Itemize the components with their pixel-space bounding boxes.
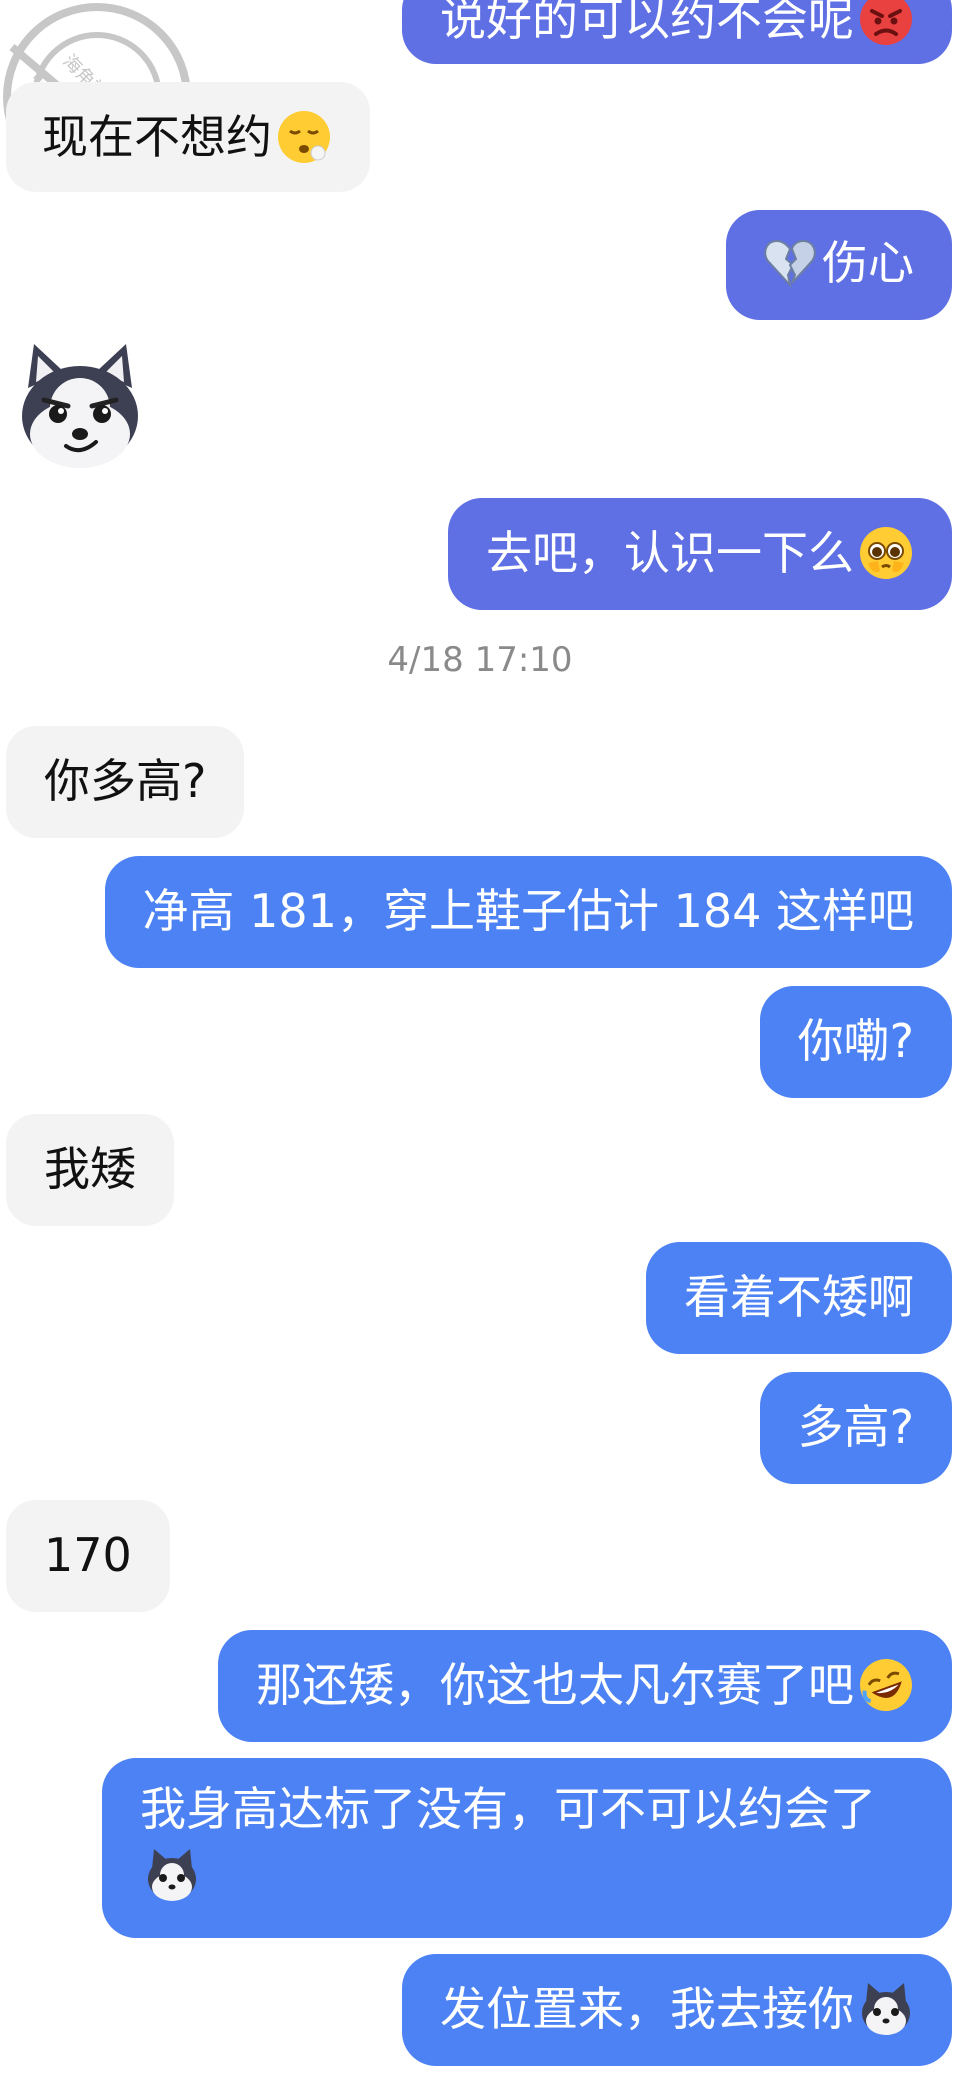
message-text: 说好的可以约不会呢 bbox=[440, 0, 854, 46]
message-bubble-outgoing[interactable]: 伤心 bbox=[726, 210, 952, 320]
husky-dog-sticker-icon[interactable] bbox=[10, 338, 150, 478]
message-text: 现在不想约 bbox=[42, 110, 272, 164]
message-bubble-outgoing[interactable]: 多高? bbox=[759, 1372, 952, 1484]
message-bubble-incoming[interactable]: 你多高? bbox=[6, 726, 245, 838]
message-bubble-outgoing[interactable]: 那还矮，你这也太凡尔赛了吧 bbox=[218, 1630, 952, 1742]
message-bubble-incoming[interactable]: 现在不想约 bbox=[6, 82, 370, 192]
husky-dog-icon bbox=[148, 1848, 196, 1901]
message-bubble-outgoing[interactable]: 我身高达标了没有，可不可以约会了 bbox=[102, 1758, 952, 1938]
tired-face-icon bbox=[278, 110, 330, 163]
message-bubble-incoming[interactable]: 我矮 bbox=[6, 1114, 174, 1226]
message-bubble-outgoing[interactable]: 去吧，认识一下么 bbox=[448, 498, 952, 610]
husky-dog-icon bbox=[862, 1982, 910, 2035]
message-text: 看着不矮啊 bbox=[684, 1270, 914, 1324]
rofl-face-icon bbox=[860, 1658, 912, 1711]
message-bubble-incoming[interactable]: 170 bbox=[6, 1500, 170, 1612]
timestamp: 4/18 17:10 bbox=[387, 640, 573, 680]
message-bubble-outgoing[interactable]: 说好的可以约不会呢 bbox=[402, 0, 952, 64]
message-text: 那还矮，你这也太凡尔赛了吧 bbox=[256, 1658, 854, 1712]
message-text: 你嘞? bbox=[797, 1014, 914, 1068]
message-text: 发位置来，我去接你 bbox=[440, 1982, 854, 2036]
message-text: 你多高? bbox=[44, 754, 207, 808]
message-text: 去吧，认识一下么 bbox=[486, 526, 854, 580]
message-bubble-outgoing[interactable]: 你嘞? bbox=[759, 986, 952, 1098]
message-bubble-outgoing[interactable]: 净高 181，穿上鞋子估计 184 这样吧 bbox=[104, 856, 952, 968]
broken-heart-icon bbox=[764, 239, 816, 288]
pleading-face-icon bbox=[860, 526, 912, 579]
message-bubble-outgoing[interactable]: 看着不矮啊 bbox=[646, 1242, 952, 1354]
message-text: 多高? bbox=[797, 1400, 914, 1454]
message-text: 伤心 bbox=[822, 236, 914, 290]
message-text: 我矮 bbox=[44, 1142, 136, 1196]
angry-face-icon bbox=[860, 0, 912, 45]
message-bubble-outgoing[interactable]: 发位置来，我去接你 bbox=[402, 1954, 952, 2066]
message-text: 170 bbox=[44, 1528, 132, 1582]
message-text: 净高 181，穿上鞋子估计 184 这样吧 bbox=[142, 884, 914, 938]
message-text: 我身高达标了没有，可不可以约会了 bbox=[140, 1782, 876, 1836]
